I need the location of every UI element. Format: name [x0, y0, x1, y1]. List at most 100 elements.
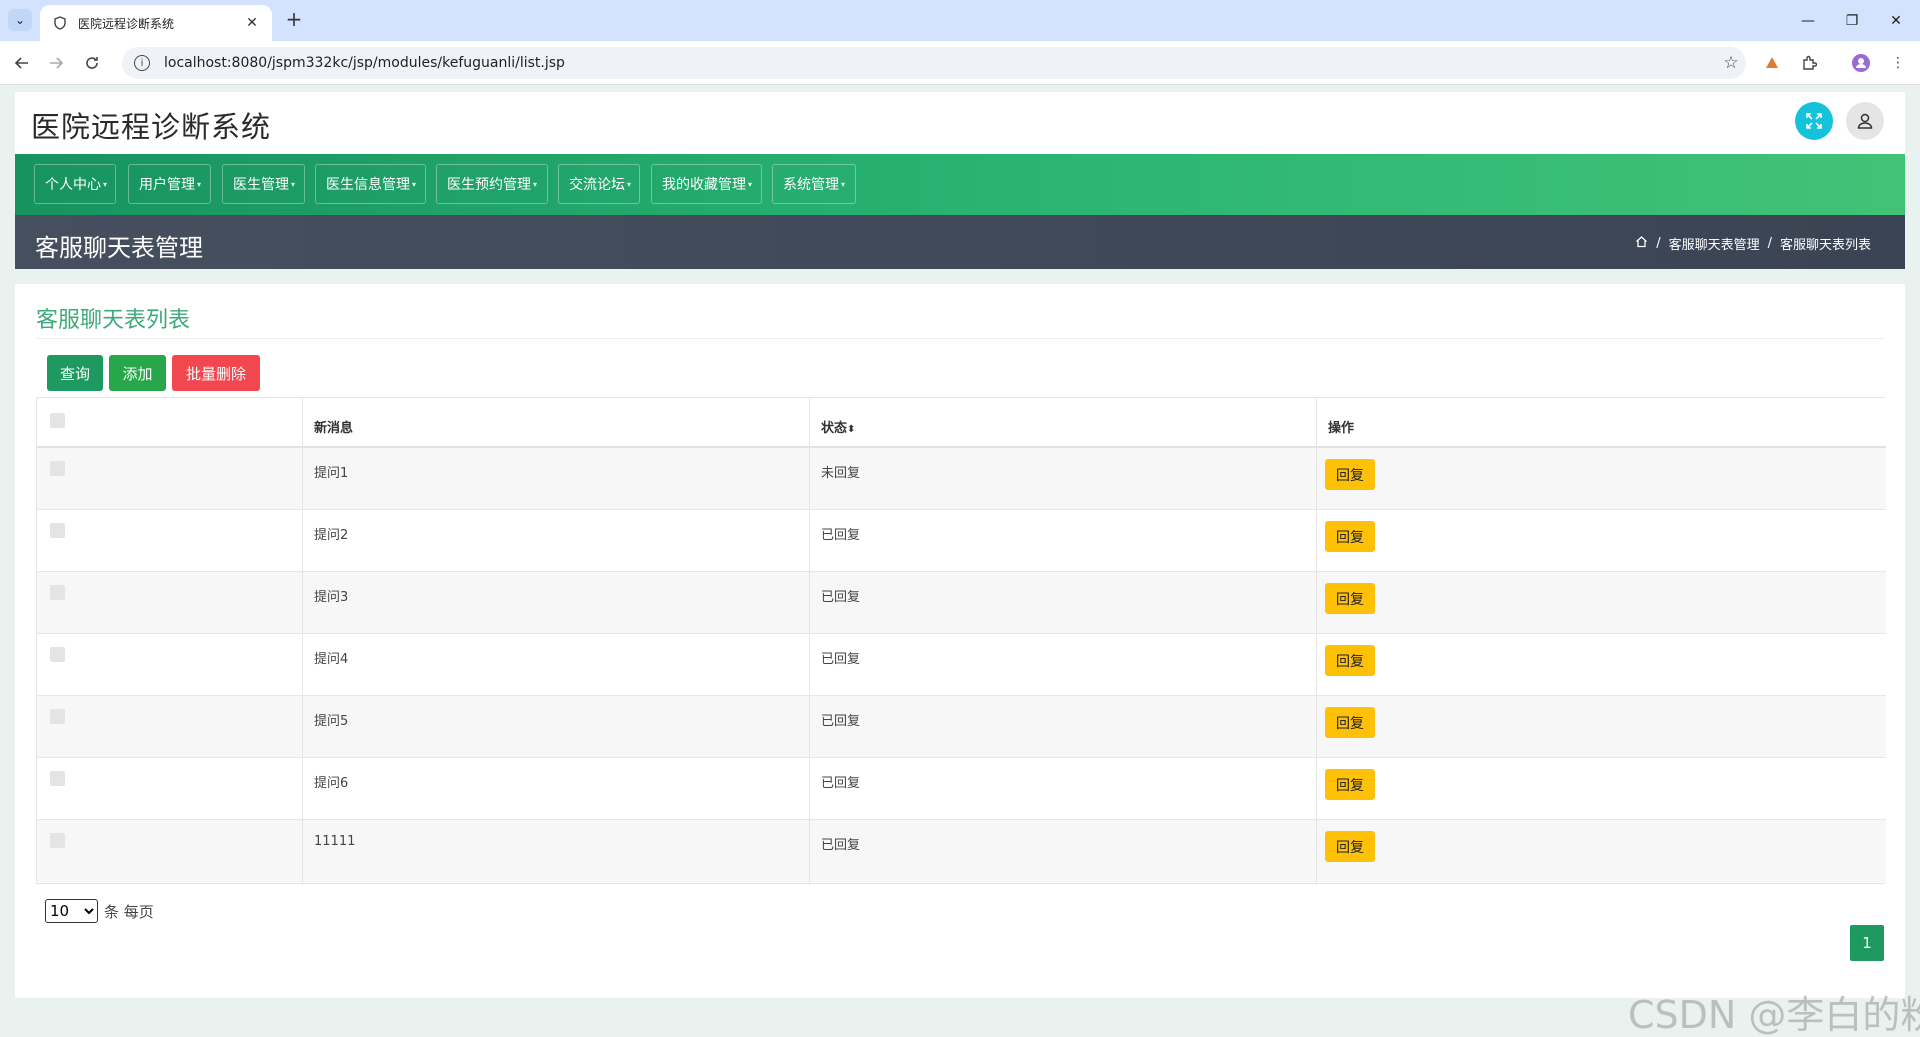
table-header: 新消息 状态⬍ 操作: [37, 398, 1886, 448]
csdn-watermark: CSDN @李白的粉: [1628, 993, 1920, 1037]
reply-button[interactable]: 回复: [1325, 459, 1375, 490]
cell-status: 已回复: [821, 776, 861, 791]
card-title: 客服聊天表列表: [36, 308, 191, 333]
reply-button[interactable]: 回复: [1325, 769, 1375, 800]
cell-status: 已回复: [821, 652, 861, 667]
list-card: 客服聊天表列表 查询 添加 批量删除 新消息 状态⬍ 操作 提问1 未回复 回复…: [15, 284, 1905, 998]
caret-down-icon: ▾: [197, 179, 202, 189]
restore-icon[interactable]: ❐: [1830, 0, 1874, 41]
back-arrow-icon[interactable]: [8, 49, 36, 77]
row-checkbox[interactable]: [50, 461, 65, 476]
caret-down-icon: ▾: [627, 179, 632, 189]
cell-message: 提问2: [314, 528, 349, 543]
app-page: 医院远程诊断系统 个人中心 ▾ 用户管理 ▾ 医生管理 ▾ 医生信息管理 ▾ 医生预约管…: [15, 85, 1905, 1037]
reply-button[interactable]: 回复: [1325, 831, 1375, 862]
nav-item-personal-center[interactable]: 个人中心 ▾: [34, 164, 116, 204]
bookmark-star-icon[interactable]: ☆: [1716, 53, 1746, 73]
cell-status: 已回复: [821, 528, 861, 543]
info-icon[interactable]: i: [134, 55, 150, 71]
page-size-select[interactable]: 10: [45, 899, 98, 923]
breadcrumb-separator: /: [1656, 236, 1661, 251]
sort-icon: ⬍: [847, 424, 856, 435]
caret-down-icon: ▾: [533, 179, 538, 189]
table-row: 提问4 已回复 回复: [37, 634, 1886, 696]
user-icon[interactable]: [1846, 102, 1884, 140]
row-checkbox[interactable]: [50, 585, 65, 600]
caret-down-icon: ▾: [412, 179, 417, 189]
cell-status: 未回复: [821, 466, 861, 481]
browser-tab-bar: ⌄ 医院远程诊断系统 ✕ + — ❐ ✕: [0, 0, 1920, 41]
nav-item-system-management[interactable]: 系统管理 ▾: [772, 164, 856, 204]
shield-icon: [52, 15, 68, 31]
url-omnibox[interactable]: i localhost:8080/jspm332kc/jsp/modules/k…: [122, 47, 1746, 79]
nav-item-forum[interactable]: 交流论坛 ▾: [558, 164, 640, 204]
brand-title: 医院远程诊断系统: [31, 110, 272, 144]
cell-message: 提问3: [314, 590, 349, 605]
cell-message: 提问6: [314, 776, 349, 791]
reply-button[interactable]: 回复: [1325, 707, 1375, 738]
row-checkbox[interactable]: [50, 709, 65, 724]
nav-item-appointment-management[interactable]: 医生预约管理 ▾: [436, 164, 548, 204]
reload-icon[interactable]: [78, 49, 106, 77]
column-divider: [1316, 398, 1317, 885]
row-checkbox[interactable]: [50, 833, 65, 848]
tab-close-icon[interactable]: ✕: [244, 15, 260, 31]
caret-down-icon: ▾: [291, 179, 296, 189]
new-tab-button[interactable]: +: [282, 8, 306, 32]
reply-button[interactable]: 回复: [1325, 645, 1375, 676]
table-row: 提问6 已回复 回复: [37, 758, 1886, 820]
cell-status: 已回复: [821, 838, 861, 853]
url-text: localhost:8080/jspm332kc/jsp/modules/kef…: [164, 55, 565, 71]
column-header-status[interactable]: 状态⬍: [821, 417, 855, 436]
table-row: 提问5 已回复 回复: [37, 696, 1886, 758]
reply-button[interactable]: 回复: [1325, 521, 1375, 552]
card-divider: [36, 338, 1885, 339]
tab-search-chevron-down-icon[interactable]: ⌄: [8, 9, 32, 31]
batch-delete-button[interactable]: 批量删除: [172, 355, 260, 391]
cell-message: 提问5: [314, 714, 349, 729]
column-header-message: 新消息: [314, 421, 354, 436]
column-divider: [809, 398, 810, 885]
cell-message: 提问1: [314, 466, 349, 481]
main-nav: 个人中心 ▾ 用户管理 ▾ 医生管理 ▾ 医生信息管理 ▾ 医生预约管理 ▾ 交流论坛 ▾ …: [15, 154, 1905, 215]
fullscreen-icon[interactable]: [1795, 102, 1833, 140]
pagination-page-1[interactable]: 1: [1850, 925, 1884, 961]
nav-item-user-management[interactable]: 用户管理 ▾: [128, 164, 211, 204]
extension-warning-icon[interactable]: [1760, 51, 1784, 75]
nav-item-doctor-management[interactable]: 医生管理 ▾: [222, 164, 305, 204]
cell-status: 已回复: [821, 714, 861, 729]
home-icon[interactable]: [1635, 235, 1648, 252]
kebab-menu-icon[interactable]: ⋮: [1886, 51, 1910, 75]
profile-avatar-icon[interactable]: [1849, 51, 1873, 75]
window-close-icon[interactable]: ✕: [1874, 0, 1918, 41]
app-header: 医院远程诊断系统: [15, 92, 1905, 154]
breadcrumb-item-list: 客服聊天表列表: [1779, 238, 1871, 253]
add-button[interactable]: 添加: [109, 355, 166, 391]
caret-down-icon: ▾: [748, 179, 753, 189]
tab-title: 医院远程诊断系统: [78, 16, 175, 31]
cell-message: 提问4: [314, 652, 349, 667]
page-title-bar: 客服聊天表管理 / 客服聊天表管理 / 客服聊天表列表: [15, 215, 1905, 269]
page-title: 客服聊天表管理: [35, 234, 203, 262]
row-checkbox[interactable]: [50, 647, 65, 662]
reply-button[interactable]: 回复: [1325, 583, 1375, 614]
table-row: 11111 已回复 回复: [37, 820, 1886, 882]
breadcrumb: / 客服聊天表管理 / 客服聊天表列表: [1635, 234, 1871, 253]
breadcrumb-item-management[interactable]: 客服聊天表管理: [1669, 234, 1760, 253]
puzzle-icon[interactable]: [1797, 51, 1821, 75]
nav-item-favorites-management[interactable]: 我的收藏管理 ▾: [651, 164, 762, 204]
row-checkbox[interactable]: [50, 523, 65, 538]
column-header-action: 操作: [1328, 421, 1355, 436]
row-checkbox[interactable]: [50, 771, 65, 786]
table-row: 提问1 未回复 回复: [37, 448, 1886, 510]
query-button[interactable]: 查询: [47, 355, 103, 391]
cell-message: 11111: [314, 834, 356, 849]
caret-down-icon: ▾: [841, 179, 846, 189]
forward-arrow-icon[interactable]: [42, 49, 70, 77]
nav-item-doctor-info-management[interactable]: 医生信息管理 ▾: [315, 164, 426, 204]
minimize-icon[interactable]: —: [1786, 0, 1830, 41]
select-all-checkbox[interactable]: [50, 413, 65, 428]
page-size-control: 10 条 每页: [45, 899, 154, 923]
browser-tab[interactable]: 医院远程诊断系统 ✕: [40, 5, 272, 41]
table-row: 提问3 已回复 回复: [37, 572, 1886, 634]
